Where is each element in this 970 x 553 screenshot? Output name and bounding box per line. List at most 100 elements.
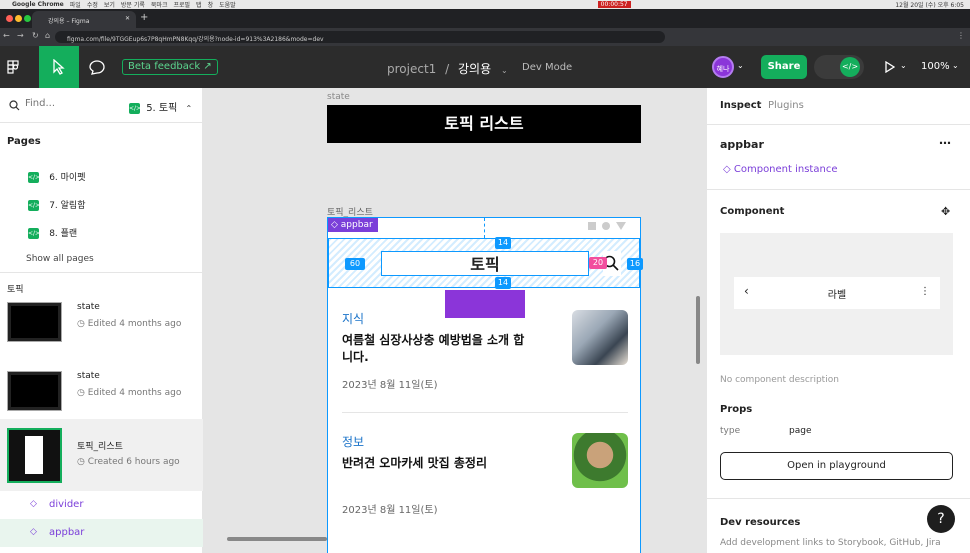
dev-page-icon: </>: [28, 227, 41, 239]
frame-row-state-1[interactable]: state ◷ Edited 4 months ago: [0, 293, 203, 359]
vertical-scrollbar[interactable]: [696, 296, 700, 364]
component-preview: ‹ 라벨 ⋮: [720, 233, 953, 355]
current-page-selector[interactable]: </> 5. 토픽 ⌃: [129, 99, 192, 114]
zoom-level[interactable]: 100%: [921, 61, 950, 72]
chevron-down-icon[interactable]: ⌄: [501, 66, 508, 75]
menu-tab[interactable]: 탭: [196, 0, 202, 9]
topic-list-frame[interactable]: ◇ appbar 토픽 14 14 60 20 16 W Fixed 360px…: [327, 217, 643, 553]
breadcrumb-separator: /: [445, 62, 450, 76]
appbar-title: 토픽: [470, 255, 500, 274]
tab-title: 강의용 – Figma: [48, 18, 90, 25]
project-name[interactable]: project1: [387, 62, 436, 76]
dev-resources-heading: Dev resources: [720, 517, 801, 528]
canvas[interactable]: state 토픽 리스트 토픽_리스트 ◇ appbar 토픽 14 14 60…: [203, 88, 706, 553]
page-item-mypet[interactable]: </> 6. 마이펫: [28, 170, 85, 183]
search-input[interactable]: [25, 98, 105, 109]
menu-history[interactable]: 방문 기록: [121, 0, 145, 9]
list-item[interactable]: 지식 여름철 심장사상충 예방법을 소개 합니다. 2023년 8월 11일(토…: [342, 310, 632, 410]
avatar[interactable]: 혜나: [712, 56, 734, 78]
card-date: 2023년 8월 11일(토): [342, 380, 438, 391]
kebab-menu-icon: ⋮: [920, 286, 930, 297]
appbar-title-box: 토픽: [381, 251, 589, 276]
component-instance-link[interactable]: ◇ Component instance: [723, 164, 837, 175]
move-tool-button[interactable]: [39, 46, 79, 88]
figma-menu-icon[interactable]: [6, 60, 20, 74]
dev-page-icon: </>: [129, 102, 142, 114]
beta-feedback-label: Beta feedback: [128, 61, 201, 72]
back-icon[interactable]: ←: [3, 31, 10, 40]
tab-close-icon[interactable]: ✕: [125, 15, 130, 22]
card-date: 2023년 8월 11일(토): [342, 505, 438, 516]
horizontal-scrollbar[interactable]: [227, 537, 327, 541]
play-icon[interactable]: [883, 61, 895, 73]
tab-inspect[interactable]: Inspect: [720, 100, 761, 111]
menu-bookmarks[interactable]: 북마크: [151, 0, 168, 9]
props-heading: Props: [720, 404, 753, 415]
dev-page-icon: </>: [28, 199, 41, 211]
menu-help[interactable]: 도움말: [219, 0, 236, 9]
tab-plugins[interactable]: Plugins: [768, 100, 804, 111]
new-tab-icon[interactable]: +: [140, 12, 148, 23]
url-text: figma.com/file/9TGGEup6s7P8qHmPN8Kqq/강의용…: [67, 36, 324, 43]
frame-meta: ◷ Edited 4 months ago: [77, 319, 182, 329]
more-options-icon[interactable]: ⋯: [939, 136, 951, 150]
window-close-button[interactable]: [6, 15, 13, 22]
menu-window[interactable]: 창: [208, 0, 214, 9]
cursor-icon: [53, 59, 65, 75]
component-icon: ◇: [30, 527, 37, 537]
file-name[interactable]: 강의용: [458, 62, 491, 76]
frame-name: state: [77, 371, 100, 381]
open-in-playground-button[interactable]: Open in playground: [720, 452, 953, 480]
component-label: appbar: [49, 527, 85, 538]
show-all-pages-link[interactable]: Show all pages: [26, 254, 94, 264]
card-thumbnail-image: [572, 310, 628, 365]
frame-meta: ◷ Edited 4 months ago: [77, 388, 182, 398]
menu-profile[interactable]: 프로필: [173, 0, 190, 9]
system-clock: 12월 20일 (수) 오후 6:05: [895, 2, 964, 9]
window-minimize-button[interactable]: [15, 15, 22, 22]
page-item-plan[interactable]: </> 8. 플랜: [28, 226, 77, 239]
chrome-menu-icon[interactable]: ⋮: [957, 31, 965, 40]
divider: [0, 272, 203, 273]
menu-file[interactable]: 파일: [70, 0, 81, 9]
home-icon[interactable]: ⌂: [45, 31, 50, 40]
frame-thumbnail: [7, 302, 62, 342]
beta-feedback-button[interactable]: Beta feedback ↗: [122, 59, 218, 75]
component-item-appbar[interactable]: ◇ appbar: [0, 519, 203, 547]
card-title: 여름철 심장사상충 예방법을 소개 합니다.: [342, 333, 525, 364]
page-item-notifications[interactable]: </> 7. 알림함: [28, 198, 85, 211]
comment-icon[interactable]: [89, 60, 105, 75]
appbar-selection[interactable]: 토픽 14 14 60 20 16: [328, 237, 643, 289]
menu-view[interactable]: 보기: [104, 0, 115, 9]
frame-row-topic-list[interactable]: 토픽_리스트 ◷ Created 6 hours ago: [0, 419, 203, 491]
frame-row-state-2[interactable]: state ◷ Edited 4 months ago: [0, 361, 203, 427]
chevron-down-icon[interactable]: ⌄: [952, 61, 959, 70]
forward-icon[interactable]: →: [17, 31, 24, 40]
window-zoom-button[interactable]: [24, 15, 31, 22]
app-menu-chrome[interactable]: Google Chrome: [12, 1, 64, 8]
dev-mode-toggle[interactable]: </>: [814, 55, 864, 79]
chevron-down-icon[interactable]: ⌄: [900, 61, 907, 70]
help-icon[interactable]: ?: [927, 505, 955, 533]
card-title: 반려견 오마카세 맛집 총정리: [342, 456, 488, 470]
divider: [707, 189, 970, 190]
browser-tab[interactable]: 강의용 – Figma ✕: [32, 11, 136, 28]
component-icon: ◇: [30, 499, 37, 509]
divider: [707, 498, 970, 499]
search-icon: [9, 100, 20, 111]
state-frame[interactable]: 토픽 리스트: [327, 105, 641, 143]
list-item[interactable]: 정보 반려견 오마카세 맛집 총정리 2023년 8월 11일(토): [342, 433, 632, 533]
component-item-divider[interactable]: ◇ divider: [0, 491, 203, 519]
preview-label: 라벨: [827, 290, 847, 301]
frame-meta: ◷ Created 6 hours ago: [77, 457, 180, 467]
component-label: divider: [49, 499, 84, 510]
menu-edit[interactable]: 수정: [87, 0, 98, 9]
address-bar[interactable]: figma.com/file/9TGGEup6s7P8qHmPN8Kqq/강의용…: [55, 31, 665, 43]
reload-icon[interactable]: ↻: [32, 31, 39, 40]
status-triangle-icon: [616, 222, 626, 230]
chevron-down-icon[interactable]: ⌄: [737, 61, 744, 70]
share-button[interactable]: Share: [761, 55, 807, 79]
frame-name: 토픽_리스트: [77, 442, 123, 452]
component-icon: ◇: [723, 164, 734, 175]
components-icon[interactable]: ✥: [941, 205, 950, 218]
